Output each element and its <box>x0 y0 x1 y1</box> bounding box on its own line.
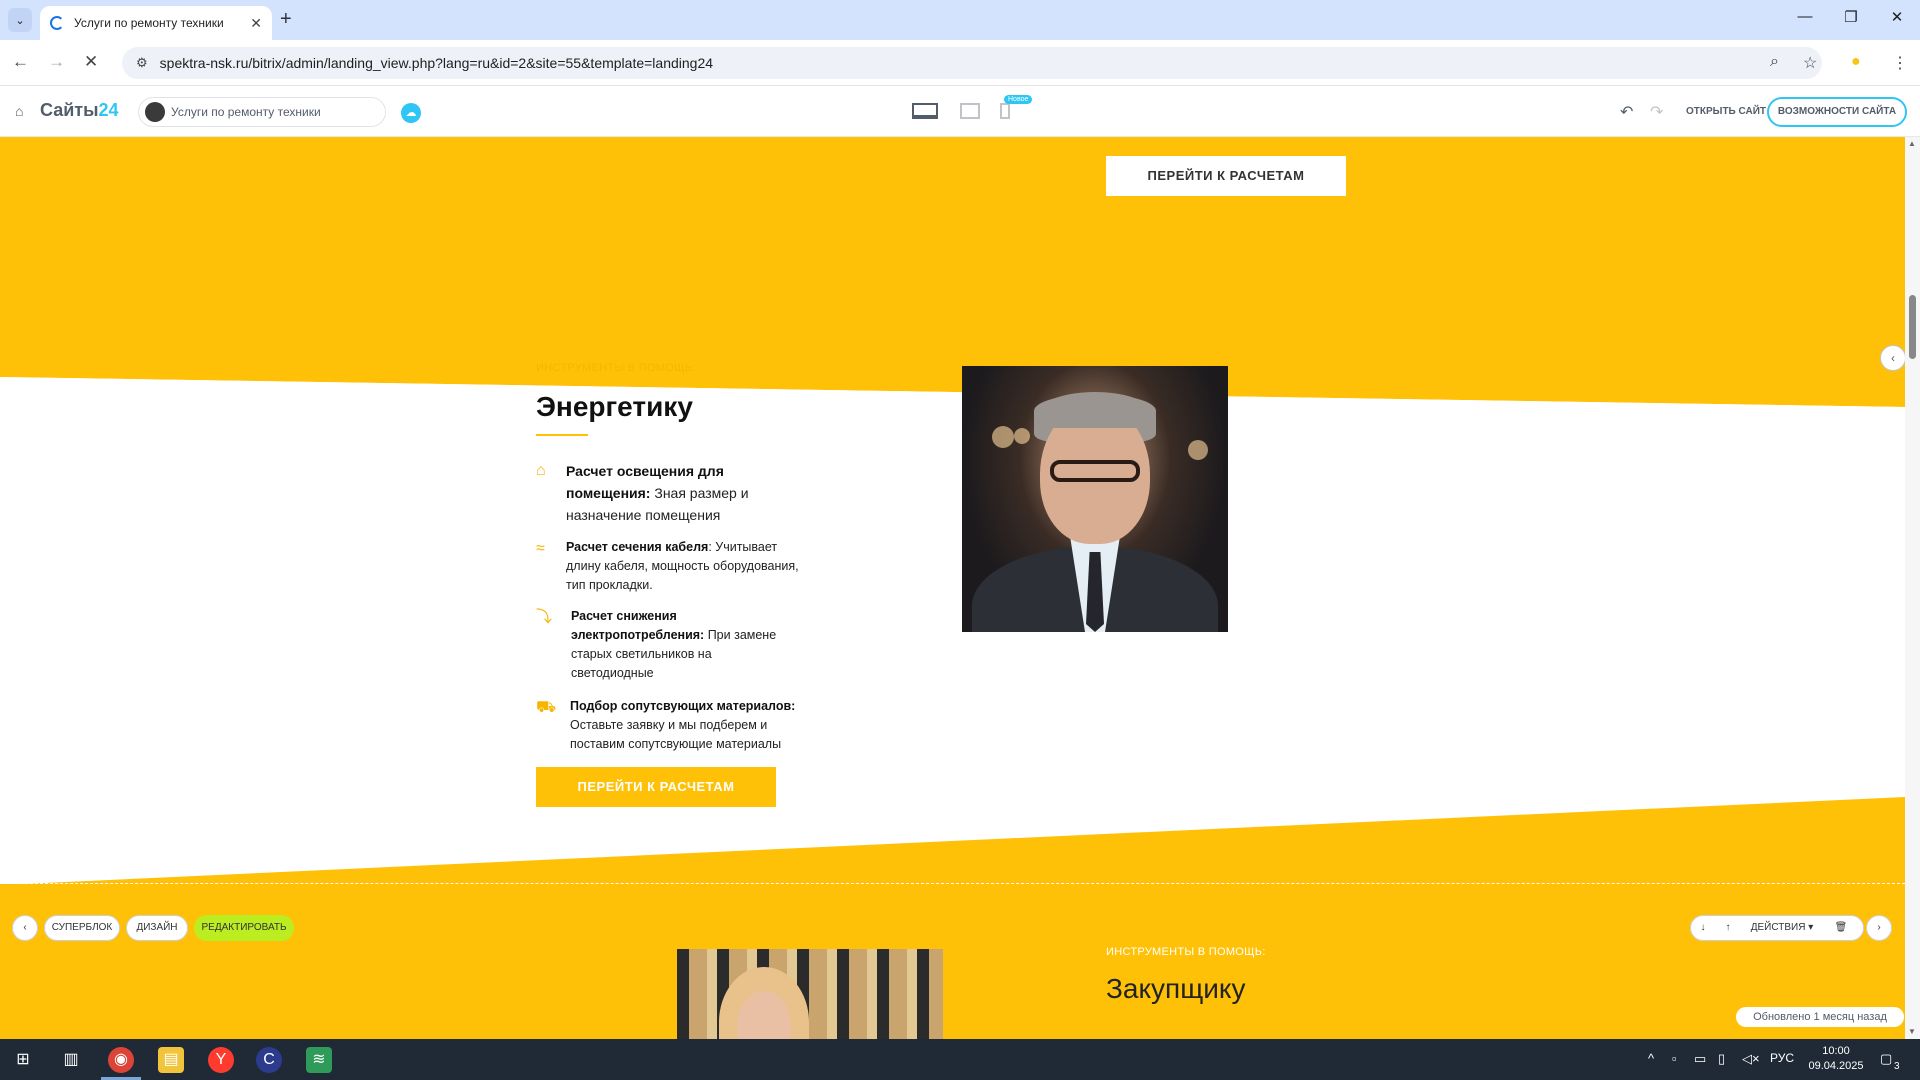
scroll-down-icon[interactable]: ▼ <box>1908 1027 1916 1036</box>
volume-muted-icon[interactable]: ◁× <box>1742 1051 1760 1067</box>
new-badge: Новое <box>1004 95 1033 104</box>
delete-block-button[interactable]: 🗑 <box>1828 915 1854 941</box>
feature-text: Расчет сечения кабеля: Учитывает длину к… <box>566 540 799 592</box>
tray-display-icon[interactable]: ▭ <box>1694 1051 1706 1067</box>
url-path: /bitrix/admin/landing_view.php?lang=ru&i… <box>248 55 714 71</box>
slant-divider-bottom <box>0 797 1905 887</box>
tray-device-icon[interactable]: ▫ <box>1672 1051 1677 1066</box>
collapse-sidebar-icon[interactable]: ‹ <box>1880 345 1906 371</box>
url-host: spektra-nsk.ru <box>159 55 249 71</box>
zoom-icon[interactable]: ⌕ <box>1770 53 1779 71</box>
bitrix-logo[interactable]: Сайты24 <box>40 100 119 121</box>
section2-title: Закупщику <box>1106 973 1246 1004</box>
menu-icon[interactable]: ⋮ <box>1892 53 1908 73</box>
tablet-view-icon[interactable] <box>960 103 980 119</box>
engineer-photo <box>962 366 1228 632</box>
prev-block-button[interactable]: ‹ <box>12 915 38 941</box>
open-site-link[interactable]: ОТКРЫТЬ САЙТ <box>1686 106 1766 117</box>
updated-status: Обновлено 1 месяц назад <box>1736 1007 1904 1027</box>
block-border <box>0 883 1905 884</box>
design-button[interactable]: ДИЗАЙН <box>126 915 188 941</box>
home-icon[interactable]: ⌂ <box>15 103 23 119</box>
restore-button[interactable]: ❐ <box>1828 8 1874 26</box>
task-view-icon[interactable]: ▥ <box>58 1047 84 1073</box>
browser-tab[interactable]: Услуги по ремонту техники ✕ <box>40 6 272 40</box>
system-clock[interactable]: 10:00 09.04.2025 <box>1806 1044 1866 1074</box>
bitrix-top-panel: ⌂ Сайты24 Услуги по ремонту техники ☁ Но… <box>0 87 1920 137</box>
feature-text: Расчет освещения для помещения: Зная раз… <box>566 463 749 523</box>
mobile-view-icon[interactable] <box>1000 103 1010 119</box>
bookmark-star-icon[interactable]: ☆ <box>1803 53 1817 73</box>
tab-search-button[interactable]: ⌄ <box>8 8 32 32</box>
logo-number: 24 <box>98 100 119 120</box>
next-block-button[interactable]: › <box>1866 915 1892 941</box>
feature-text: Подбор сопутсвующих материалов: Оставьте… <box>570 699 796 751</box>
tray-expand-icon[interactable]: ^ <box>1648 1051 1654 1066</box>
cable-icon: ≈ <box>536 540 545 557</box>
window-close-button[interactable]: ✕ <box>1874 8 1920 26</box>
move-up-button[interactable]: ↑ <box>1715 915 1741 941</box>
windows-taskbar: ⊞ ▥ ◉ ▤ Y C ≋ ^ ▫ ▭ ▯ ◁× РУС 10:00 09.04… <box>0 1039 1920 1080</box>
undo-icon[interactable]: ↶ <box>1620 102 1633 122</box>
page-scrollbar[interactable]: ▲ ▼ <box>1905 137 1920 1039</box>
clock-date: 09.04.2025 <box>1808 1060 1864 1072</box>
site-avatar <box>145 102 165 122</box>
chrome-icon[interactable]: ◉ <box>108 1047 134 1073</box>
section2-subtitle: ИНСТРУМЕНТЫ В ПОМОЩЬ: <box>1106 946 1266 958</box>
truck-icon: ⛟ <box>536 699 557 716</box>
cloud-icon[interactable]: ☁ <box>401 103 421 123</box>
redo-icon[interactable]: ↷ <box>1650 102 1663 122</box>
section2-underline <box>1106 1018 1158 1020</box>
address-bar[interactable]: ⚙ spektra-nsk.ru/bitrix/admin/landing_vi… <box>122 47 1822 79</box>
forward-button[interactable]: → <box>48 52 65 72</box>
layers-app-icon[interactable]: ≋ <box>306 1047 332 1073</box>
language-indicator[interactable]: РУС <box>1770 1051 1794 1065</box>
windows-start-icon[interactable]: ⊞ <box>10 1047 36 1073</box>
slant-divider-top <box>0 237 1905 447</box>
file-explorer-icon[interactable]: ▤ <box>158 1047 184 1073</box>
title-underline <box>536 434 588 436</box>
site-features-button[interactable]: ВОЗМОЖНОСТИ САЙТА <box>1767 97 1907 127</box>
site-info-icon[interactable]: ⚙ <box>136 55 148 71</box>
superblock-button[interactable]: СУПЕРБЛОК <box>44 915 120 941</box>
tab-title: Услуги по ремонту техники <box>74 16 224 30</box>
network-icon[interactable]: ▯ <box>1718 1051 1725 1067</box>
top-calc-button[interactable]: ПЕРЕЙТИ К РАСЧЕТАМ <box>1106 156 1346 196</box>
actions-dropdown[interactable]: ДЕЙСТВИЯ ▾ <box>1746 915 1818 941</box>
yellow-block-bottom <box>0 884 1905 1039</box>
minimize-button[interactable]: — <box>1782 8 1828 25</box>
extension-icon[interactable]: ● <box>1851 53 1861 71</box>
scroll-thumb[interactable] <box>1909 295 1916 359</box>
move-down-button[interactable]: ↓ <box>1690 915 1716 941</box>
app-c-icon[interactable]: C <box>256 1047 282 1073</box>
feature-text: Расчет снижения электропотребления: При … <box>571 609 777 680</box>
landing-page-viewport: ПЕРЕЙТИ К РАСЧЕТАМ ИНСТРУМЕНТЫ В ПОМОЩЬ:… <box>0 137 1905 1039</box>
new-tab-button[interactable]: + <box>280 9 292 29</box>
chart-down-icon: ⤵ <box>536 609 553 626</box>
section-subtitle: ИНСТРУМЕНТЫ В ПОМОЩЬ: <box>536 362 696 374</box>
browser-toolbar: ← → ✕ ⚙ spektra-nsk.ru/bitrix/admin/land… <box>0 40 1920 86</box>
desktop-view-icon[interactable] <box>912 103 938 119</box>
tab-close-icon[interactable]: ✕ <box>250 15 262 32</box>
logo-text: Сайты <box>40 100 99 120</box>
notification-count: 3 <box>1894 1061 1900 1072</box>
back-button[interactable]: ← <box>12 52 29 72</box>
section-title: Энергетику <box>536 391 693 422</box>
site-name: Услуги по ремонту техники <box>171 105 321 119</box>
buyer-photo <box>677 949 943 1039</box>
notifications-icon[interactable]: ▢ <box>1880 1051 1892 1067</box>
site-selector[interactable]: Услуги по ремонту техники <box>138 97 386 127</box>
yandex-browser-icon[interactable]: Y <box>208 1047 234 1073</box>
house-icon: ⌂ <box>536 462 546 479</box>
browser-tab-strip: ⌄ Услуги по ремонту техники ✕ + — ❐ ✕ <box>0 0 1920 40</box>
stop-button[interactable]: ✕ <box>84 52 98 72</box>
edit-button[interactable]: РЕДАКТИРОВАТЬ <box>194 915 294 941</box>
scroll-up-icon[interactable]: ▲ <box>1908 139 1916 148</box>
clock-time: 10:00 <box>1822 1045 1850 1057</box>
loading-icon <box>50 16 64 30</box>
